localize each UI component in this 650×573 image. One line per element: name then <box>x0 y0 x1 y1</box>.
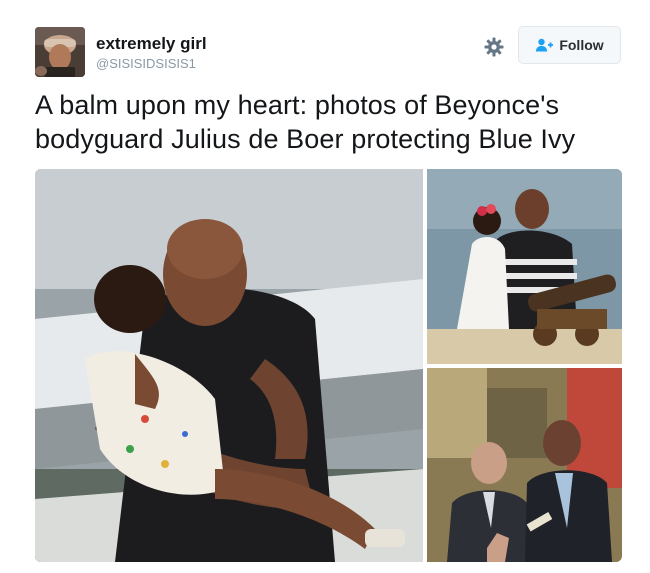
display-name[interactable]: extremely girl <box>96 34 207 54</box>
user-handle[interactable]: @SISISIDSISIS1 <box>96 55 207 73</box>
photo-grid <box>35 169 622 562</box>
avatar-image <box>35 27 85 77</box>
tweet-text: A balm upon my heart: photos of Beyonce'… <box>35 88 625 156</box>
add-person-icon <box>535 38 554 52</box>
avatar[interactable] <box>35 27 85 77</box>
photo-two-men-in-suits[interactable] <box>427 368 622 562</box>
follow-label: Follow <box>559 37 604 53</box>
photo-bodyguard-with-child-cannon[interactable] <box>427 169 622 364</box>
gear-icon[interactable] <box>483 36 505 58</box>
photo-bodyguard-carrying-child[interactable] <box>35 169 423 562</box>
author-block[interactable]: extremely girl @SISISIDSISIS1 <box>96 34 207 73</box>
follow-button[interactable]: Follow <box>518 26 621 64</box>
tweet-text-line: A balm upon my heart: photos of Beyonce'… <box>35 90 560 120</box>
tweet-card: extremely girl @SISISIDSISIS1 Follow A b… <box>0 0 650 573</box>
tweet-text-line: bodyguard Julius de Boer protecting Blue… <box>35 124 576 154</box>
